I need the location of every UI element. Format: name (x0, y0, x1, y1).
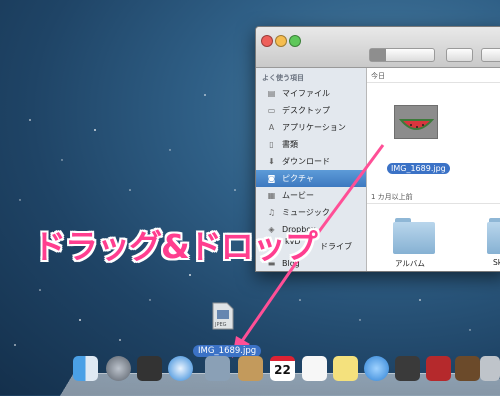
iphoto-dock-icon[interactable] (455, 356, 480, 381)
messages-dock-icon[interactable] (364, 356, 389, 381)
jpeg-ghost-label: JPEG (214, 322, 227, 328)
drag-drop-instruction: ドラッグ&ドロップ (33, 227, 318, 266)
reminders-dock-icon[interactable] (302, 356, 327, 381)
finder-dock-icon[interactable] (73, 356, 98, 381)
calendar-date: 22 (274, 363, 291, 377)
safari-dock-icon[interactable] (168, 356, 193, 381)
contacts-dock-icon[interactable] (238, 356, 263, 381)
drag-arrow (232, 144, 385, 358)
mission-control-dock-icon[interactable] (137, 356, 162, 381)
dragged-jpeg-icon: JPEG (212, 302, 234, 330)
notes-dock-icon[interactable] (333, 356, 358, 381)
facetime-dock-icon[interactable] (395, 356, 420, 381)
itunes-dock-icon[interactable] (480, 356, 500, 381)
preview-dock-icon[interactable] (205, 356, 230, 381)
launchpad-dock-icon[interactable] (106, 356, 131, 381)
calendar-dock-icon[interactable]: 22 (270, 356, 295, 381)
photo-booth-dock-icon[interactable] (426, 356, 451, 381)
